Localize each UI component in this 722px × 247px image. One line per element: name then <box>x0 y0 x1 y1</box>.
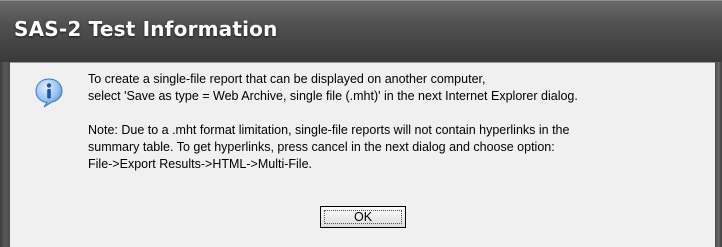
dialog-body: To create a single-file report that can … <box>10 62 715 247</box>
message-dialog: SAS-2 Test Information To create a singl… <box>0 0 722 247</box>
information-icon <box>35 78 63 108</box>
message-line-3: Note: Due to a .mht format limitation, s… <box>88 123 570 137</box>
message-line-4: summary table. To get hyperlinks, press … <box>88 140 555 154</box>
title-bar[interactable]: SAS-2 Test Information <box>0 0 722 63</box>
message-text: To create a single-file report that can … <box>88 71 708 173</box>
window-frame-right <box>715 62 722 247</box>
message-line-2: select 'Save as type = Web Archive, sing… <box>88 89 578 103</box>
message-line-5: File->Export Results->HTML->Multi-File. <box>88 157 313 171</box>
message-line-1: To create a single-file report that can … <box>88 72 486 86</box>
ok-button-label: OK <box>353 210 373 224</box>
window-frame-left <box>0 62 10 247</box>
ok-button[interactable]: OK <box>320 206 406 228</box>
window-title: SAS-2 Test Information <box>14 17 278 41</box>
